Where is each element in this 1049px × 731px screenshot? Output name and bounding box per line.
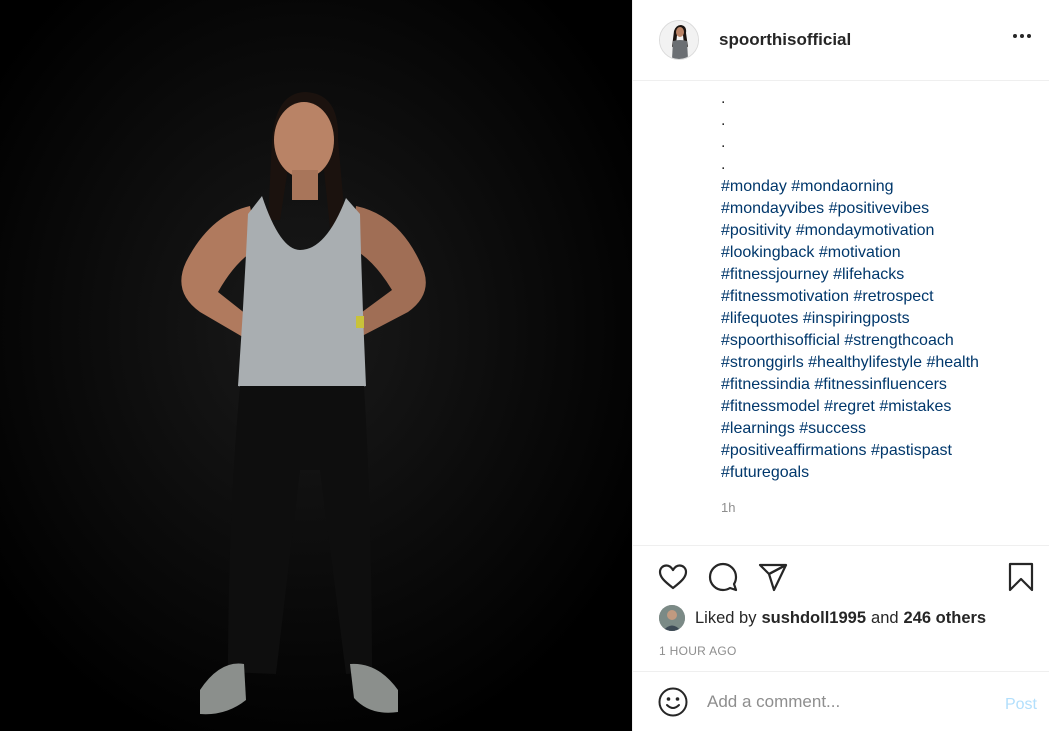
hashtag-link[interactable]: #positiveaffirmations <box>721 442 867 459</box>
hashtag-line: #spoorthisofficial #strengthcoach <box>721 330 1041 352</box>
emoji-icon[interactable] <box>657 686 689 718</box>
hashtag-line: #lookingback #motivation <box>721 242 1041 264</box>
caption-dot: . <box>721 134 726 151</box>
hashtag-link[interactable]: #lifehacks <box>833 266 904 283</box>
hashtag-line: #stronggirls #healthylifestyle #health <box>721 352 1041 374</box>
hashtag-list: #monday #mondaorning #mondayvibes #positi… <box>721 176 1041 484</box>
hashtag-link[interactable]: #mondaymotivation <box>796 222 935 239</box>
likes-summary: Liked by sushdoll1995 and 246 others <box>659 604 991 632</box>
hashtag-link[interactable]: #health <box>926 354 979 371</box>
more-dot <box>1027 34 1031 38</box>
hashtag-link[interactable]: #pastispast <box>871 442 952 459</box>
hashtag-link[interactable]: #futuregoals <box>721 464 809 481</box>
comment-icon[interactable] <box>707 561 739 593</box>
post-caption: . . . . #monday #mondaorning #mondayvibes… <box>721 88 1041 484</box>
photo-illustration <box>0 0 632 731</box>
liker-avatar-image <box>659 605 685 631</box>
post-side-panel: spoorthisofficial . . . . #monday #monda… <box>632 0 1049 731</box>
hashtag-link[interactable]: #lifequotes <box>721 310 798 327</box>
comment-input[interactable] <box>707 691 977 712</box>
post-header: spoorthisofficial <box>633 0 1049 81</box>
hashtag-link[interactable]: #regret <box>824 398 875 415</box>
hashtag-link[interactable]: #mondaorning <box>791 178 893 195</box>
header-username[interactable]: spoorthisofficial <box>719 30 851 50</box>
hashtag-line: #positivity #mondaymotivation <box>721 220 1041 242</box>
hashtag-line: #mondayvibes #positivevibes <box>721 198 1041 220</box>
hashtag-link[interactable]: #motivation <box>819 244 901 261</box>
likes-prefix: Liked by <box>695 608 757 627</box>
caption-time-ago[interactable]: 1h <box>721 500 735 515</box>
hashtag-link[interactable]: #fitnessmodel <box>721 398 820 415</box>
share-icon[interactable] <box>757 561 789 593</box>
hashtag-line: #fitnessmotivation #retrospect <box>721 286 1041 308</box>
post-comment-button[interactable]: Post <box>1005 696 1037 714</box>
hashtag-line: #fitnessmodel #regret #mistakes <box>721 396 1041 418</box>
hashtag-line: #futuregoals <box>721 462 1041 484</box>
hashtag-link[interactable]: #healthylifestyle <box>808 354 922 371</box>
more-dot <box>1020 34 1024 38</box>
post-timestamp[interactable]: 1 HOUR AGO <box>659 644 737 658</box>
caption-dot: . <box>721 90 726 107</box>
more-options-icon[interactable] <box>1009 26 1035 46</box>
caption-dot: . <box>721 112 726 129</box>
hashtag-link[interactable]: #monday <box>721 178 787 195</box>
hashtag-link[interactable]: #fitnessmotivation <box>721 288 849 305</box>
hashtag-link[interactable]: #fitnessjourney <box>721 266 829 283</box>
likes-others[interactable]: 246 others <box>904 609 987 628</box>
hashtag-link[interactable]: #spoorthisofficial <box>721 332 840 349</box>
hashtag-link[interactable]: #inspiringposts <box>803 310 910 327</box>
action-bar <box>633 547 1049 607</box>
hashtag-link[interactable]: #stronggirls <box>721 354 804 371</box>
post-photo[interactable] <box>0 0 632 731</box>
hashtag-link[interactable]: #lookingback <box>721 244 814 261</box>
hashtag-line: #fitnessjourney #lifehacks <box>721 264 1041 286</box>
hashtag-line: #monday #mondaorning <box>721 176 1041 198</box>
liker-username[interactable]: sushdoll1995 <box>761 609 866 628</box>
hashtag-line: #positiveaffirmations #pastispast <box>721 440 1041 462</box>
liker-avatar[interactable] <box>659 605 685 631</box>
hashtag-link[interactable]: #mistakes <box>879 398 951 415</box>
hashtag-line: #learnings #success <box>721 418 1041 440</box>
bookmark-icon[interactable] <box>1005 561 1037 593</box>
hashtag-link[interactable]: #fitnessindia <box>721 376 810 393</box>
likes-conjunction: and <box>871 608 899 627</box>
hashtag-link[interactable]: #fitnessinfluencers <box>814 376 947 393</box>
comment-bar: Post <box>633 671 1049 731</box>
caption-scroll-area[interactable]: . . . . #monday #mondaorning #mondayvibes… <box>633 82 1049 546</box>
hashtag-link[interactable]: #learnings <box>721 420 795 437</box>
hashtag-link[interactable]: #positivity <box>721 222 791 239</box>
instagram-post: spoorthisofficial . . . . #monday #monda… <box>0 0 1049 731</box>
hashtag-link[interactable]: #retrospect <box>854 288 934 305</box>
hashtag-line: #lifequotes #inspiringposts <box>721 308 1041 330</box>
heart-icon[interactable] <box>657 561 689 593</box>
more-dot <box>1013 34 1017 38</box>
hashtag-link[interactable]: #positivevibes <box>829 200 930 217</box>
hashtag-link[interactable]: #success <box>799 420 866 437</box>
avatar-image <box>660 21 698 59</box>
hashtag-line: #fitnessindia #fitnessinfluencers <box>721 374 1041 396</box>
profile-avatar[interactable] <box>659 20 699 60</box>
caption-dot: . <box>721 156 726 173</box>
hashtag-link[interactable]: #mondayvibes <box>721 200 824 217</box>
hashtag-link[interactable]: #strengthcoach <box>844 332 953 349</box>
